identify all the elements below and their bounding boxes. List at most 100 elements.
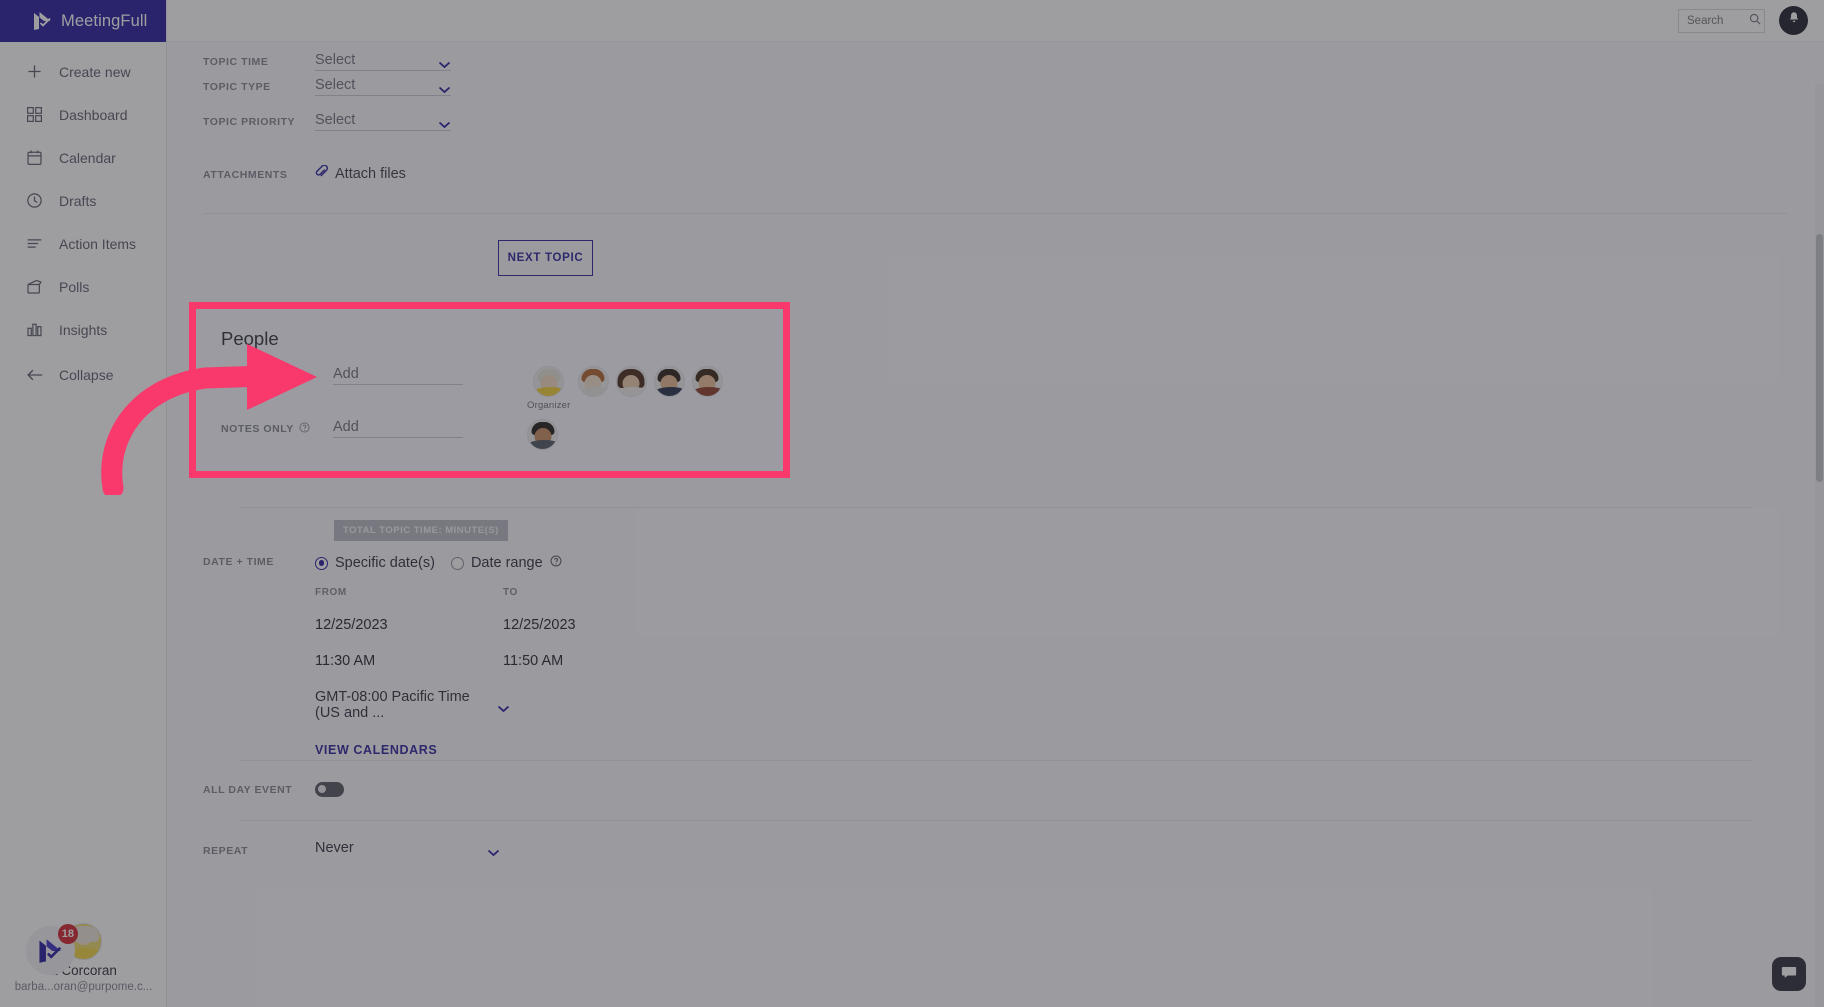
to-time[interactable]: 11:50 AM: [503, 653, 691, 669]
question-circle-icon[interactable]: [550, 555, 562, 571]
participant-avatar[interactable]: [615, 366, 647, 411]
sidebar-item-label: Action Items: [59, 235, 137, 252]
next-topic-button[interactable]: NEXT TOPIC: [498, 240, 593, 276]
date-time-fields: FROM 12/25/2023 11:30 AM TO 12/25/2023 1…: [315, 587, 927, 669]
notes-only-row: NOTES ONLY Add: [221, 419, 781, 450]
sidebar-item-drafts[interactable]: Drafts: [0, 179, 166, 222]
brand-header[interactable]: MeetingFull: [0, 0, 166, 42]
topic-priority-select[interactable]: Select: [315, 112, 451, 131]
from-date[interactable]: 12/25/2023: [315, 617, 503, 633]
participant-avatar[interactable]: [653, 366, 685, 411]
sidebar-item-label: Insights: [59, 321, 108, 338]
repeat-label: REPEAT: [203, 845, 249, 857]
people-section: People Add Organizer NOTES ONLY Add: [190, 304, 790, 479]
notifications-button[interactable]: [1779, 6, 1808, 35]
from-column: FROM 12/25/2023 11:30 AM: [315, 587, 503, 669]
notification-brand-badge[interactable]: 18: [26, 924, 78, 975]
app-root: MeetingFull Create new Dashboard Calenda…: [0, 0, 1824, 1007]
from-time[interactable]: 11:30 AM: [315, 653, 503, 669]
topic-priority-value: Select: [315, 112, 356, 128]
row-date-time: DATE + TIME Specific date(s) Date range: [167, 542, 927, 759]
radio-specific-dates[interactable]: Specific date(s): [315, 555, 435, 571]
participant-avatar[interactable]: [691, 366, 723, 411]
divider: [239, 760, 1752, 761]
bell-icon: [1787, 11, 1801, 30]
clock-icon: [24, 190, 45, 211]
topic-time-label: TOPIC TIME: [203, 56, 269, 68]
divider: [239, 820, 1752, 821]
sidebar-item-label: Collapse: [59, 366, 114, 383]
sidebar-user-block[interactable]: a Corcoran barba...oran@purpome.c...: [0, 923, 167, 993]
topic-time-select[interactable]: Select: [315, 52, 451, 71]
repeat-value: Never: [315, 840, 354, 856]
divider: [239, 507, 1752, 508]
sidebar-item-label: Create new: [59, 63, 131, 80]
to-label: TO: [503, 587, 518, 598]
search-icon: [1749, 12, 1761, 30]
user-email: barba...oran@purpome.c...: [14, 981, 153, 993]
sidebar-item-collapse[interactable]: Collapse: [0, 353, 166, 396]
to-column: TO 12/25/2023 11:50 AM: [503, 587, 691, 669]
toggle-knob: [318, 785, 326, 794]
sidebar-item-insights[interactable]: Insights: [0, 308, 166, 351]
sidebar-item-action-items[interactable]: Action Items: [0, 222, 166, 265]
add-notes-only-button[interactable]: Add: [333, 419, 463, 438]
radio-label: Specific date(s): [335, 555, 435, 571]
radio-indicator: [315, 556, 328, 570]
scrollbar-track[interactable]: [1815, 84, 1824, 1007]
notes-only-avatars: [527, 419, 558, 450]
top-bar: [167, 0, 1824, 42]
sidebar-item-label: Drafts: [59, 192, 97, 209]
sidebar-item-calendar[interactable]: Calendar: [0, 136, 166, 179]
polls-icon: [24, 276, 45, 297]
question-circle-icon[interactable]: [299, 422, 310, 436]
row-topic-time: TOPIC TIME Select: [167, 42, 1824, 77]
row-topic-type: TOPIC TYPE Select: [167, 77, 1824, 112]
main-content: TOPIC TIME Select TOPIC TYPE Select TOPI…: [167, 42, 1824, 1007]
participants-label: [221, 366, 333, 369]
meetingfull-logo-icon: [33, 11, 52, 31]
chat-widget-button[interactable]: [1772, 957, 1806, 991]
avatar: [527, 419, 558, 450]
repeat-select[interactable]: Never: [315, 840, 500, 857]
total-topic-time-badge: TOTAL TOPIC TIME: MINUTE(S): [334, 520, 508, 541]
participants-row: Add Organizer: [221, 366, 781, 411]
scrollbar-thumb[interactable]: [1816, 234, 1823, 482]
row-all-day-event: ALL DAY EVENT: [167, 782, 927, 797]
attach-files-button[interactable]: Attach files: [315, 164, 406, 182]
sidebar-item-dashboard[interactable]: Dashboard: [0, 93, 166, 136]
chevron-down-icon: [487, 844, 500, 857]
people-title: People: [221, 328, 279, 349]
from-label: FROM: [315, 587, 347, 598]
topic-priority-label: TOPIC PRIORITY: [203, 116, 296, 128]
all-day-event-label: ALL DAY EVENT: [203, 784, 293, 796]
grid-icon: [24, 104, 45, 125]
topic-type-label: TOPIC TYPE: [203, 81, 271, 93]
participant-avatar[interactable]: [577, 366, 609, 411]
sidebar-item-label: Calendar: [59, 149, 116, 166]
sidebar-nav: Create new Dashboard Calendar Drafts Act…: [0, 42, 166, 396]
notes-only-label-group: NOTES ONLY: [221, 419, 333, 436]
sidebar-item-label: Polls: [59, 278, 90, 295]
avatar: [653, 366, 685, 397]
radio-date-range[interactable]: Date range: [450, 555, 562, 571]
arrow-left-icon: [24, 364, 45, 385]
brand-name: MeetingFull: [61, 11, 148, 30]
search-input[interactable]: [1687, 14, 1745, 27]
chevron-down-icon: [438, 81, 451, 94]
view-calendars-link[interactable]: VIEW CALENDARS: [315, 743, 437, 757]
date-time-label: DATE + TIME: [203, 556, 274, 568]
sidebar-item-create-new[interactable]: Create new: [0, 50, 166, 93]
search-box[interactable]: [1678, 8, 1765, 33]
badge-count: 18: [57, 924, 78, 944]
sidebar-item-polls[interactable]: Polls: [0, 265, 166, 308]
all-day-event-toggle[interactable]: [315, 782, 344, 797]
notes-only-avatar[interactable]: [527, 419, 558, 450]
timezone-select[interactable]: GMT-08:00 Pacific Time (US and ...: [315, 689, 510, 721]
to-date[interactable]: 12/25/2023: [503, 617, 691, 633]
participant-avatar-organizer[interactable]: Organizer: [527, 366, 571, 411]
calendar-icon: [24, 147, 45, 168]
notes-only-label: NOTES ONLY: [221, 423, 294, 435]
add-participants-button[interactable]: Add: [333, 366, 463, 385]
topic-type-select[interactable]: Select: [315, 77, 451, 96]
